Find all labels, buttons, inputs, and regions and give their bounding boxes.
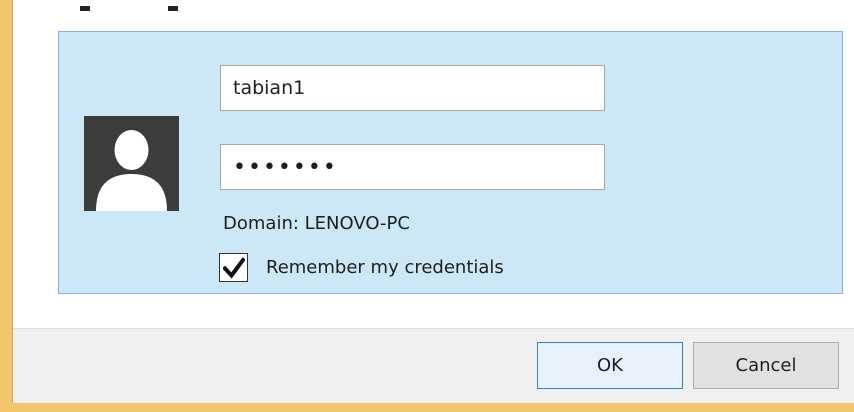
credentials-dialog: Domain: LENOVO-PC Remember my credential…	[0, 0, 854, 412]
user-avatar-icon	[84, 116, 179, 211]
checkmark-icon	[223, 256, 245, 279]
window-frame-bottom	[0, 403, 854, 412]
remember-credentials-checkbox[interactable]	[219, 252, 248, 282]
window-frame-left	[0, 0, 12, 412]
domain-label: Domain: LENOVO-PC	[223, 213, 410, 234]
cancel-button[interactable]: Cancel	[693, 342, 839, 389]
title-fragment	[168, 6, 178, 11]
remember-credentials-option[interactable]: Remember my credentials	[219, 252, 504, 282]
dialog-button-bar: OK Cancel	[13, 328, 854, 403]
title-fragment	[80, 6, 90, 11]
username-input[interactable]	[220, 65, 605, 111]
remember-credentials-label: Remember my credentials	[266, 256, 504, 278]
ok-button[interactable]: OK	[537, 342, 683, 389]
password-input[interactable]	[220, 144, 605, 190]
credential-tile[interactable]: Domain: LENOVO-PC Remember my credential…	[58, 31, 843, 294]
